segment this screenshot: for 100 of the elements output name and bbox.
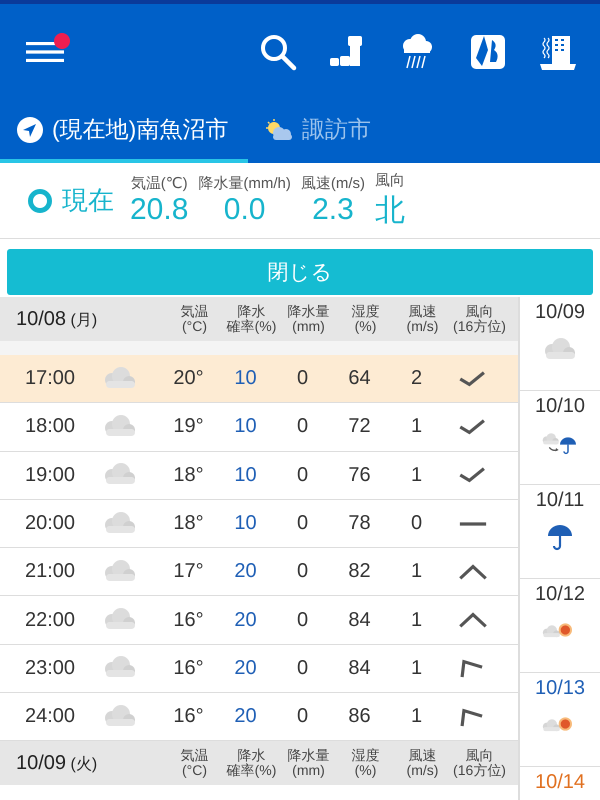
search-icon[interactable] bbox=[258, 32, 298, 72]
day-date: 10/09 (火) bbox=[16, 752, 98, 775]
day-forecast[interactable]: 10/12 bbox=[520, 579, 600, 673]
temperature-cell-text: 18° bbox=[172, 512, 205, 536]
column-unit: (%) bbox=[354, 763, 378, 779]
field-label: 風向 bbox=[375, 170, 406, 190]
precip-probability-cell-text: 20 bbox=[233, 705, 258, 728]
humidity-cell-text: 78 bbox=[347, 512, 372, 536]
column-header: 風向 bbox=[464, 748, 494, 763]
column-unit: (%) bbox=[354, 319, 378, 334]
time-cell-text: 23:00 bbox=[24, 656, 76, 680]
field-value: 20.8 bbox=[130, 193, 188, 227]
temperature-cell-text: 17° bbox=[172, 560, 205, 584]
field-value: 0.0 bbox=[224, 193, 266, 227]
humidity-cell-text: 82 bbox=[347, 560, 372, 584]
column-header: 湿度 bbox=[350, 748, 380, 764]
wind-speed-cell-text: 1 bbox=[410, 464, 424, 487]
humidity-cell-text: 76 bbox=[347, 464, 372, 487]
precip-cell-text: 0 bbox=[296, 608, 310, 632]
humidity-cell-text: 84 bbox=[347, 608, 372, 632]
field-label: 風速(m/s) bbox=[300, 174, 366, 193]
column-unit: (m/s) bbox=[406, 319, 440, 334]
wind-speed-cell-text: 1 bbox=[410, 608, 424, 632]
humidity-cell-text: 86 bbox=[347, 705, 372, 728]
forecast-date: 10/14 bbox=[534, 771, 586, 794]
column-header: 風向 bbox=[464, 304, 494, 319]
temperature-cell-text: 19° bbox=[172, 415, 205, 438]
precip-cell-text: 0 bbox=[296, 367, 310, 390]
field-label: 気温(℃) bbox=[130, 174, 188, 193]
forecast-date: 10/12 bbox=[534, 583, 586, 606]
column-unit: (°C) bbox=[180, 319, 208, 334]
map-icon[interactable] bbox=[468, 32, 508, 72]
humidity-cell-text: 64 bbox=[347, 367, 372, 390]
location-tab[interactable]: 諏訪市 bbox=[248, 100, 387, 163]
column-header: 降水量 bbox=[286, 304, 330, 319]
precip-probability-cell-text: 10 bbox=[233, 512, 258, 536]
precip-probability-cell-text: 10 bbox=[233, 367, 258, 390]
location-tab[interactable]: (現在地)南魚沼市 bbox=[0, 100, 248, 163]
wind-speed-cell-text: 1 bbox=[410, 705, 424, 728]
time-cell-text: 22:00 bbox=[24, 608, 76, 632]
wind-speed-cell-text: 1 bbox=[410, 560, 424, 584]
temperature-cell-text: 18° bbox=[172, 464, 205, 487]
forecast-date: 10/11 bbox=[536, 489, 584, 512]
precip-probability-cell-text: 10 bbox=[233, 464, 258, 487]
column-header: 気温 bbox=[180, 748, 210, 764]
day-forecast[interactable]: 10/09 bbox=[520, 297, 600, 391]
time-cell-text: 17:00 bbox=[24, 367, 76, 390]
temperature-cell-text: 16° bbox=[172, 656, 205, 680]
column-unit: (mm) bbox=[291, 763, 326, 779]
time-cell-text: 21:00 bbox=[24, 560, 76, 584]
precip-cell-text: 0 bbox=[296, 705, 310, 728]
column-header: 風速 bbox=[408, 748, 438, 764]
column-header: 風速 bbox=[408, 304, 438, 319]
forecast-date: 10/10 bbox=[534, 395, 586, 418]
wind-speed-cell-text: 0 bbox=[410, 512, 424, 536]
time-cell-text: 20:00 bbox=[24, 512, 76, 536]
day-forecast[interactable]: 10/14 bbox=[520, 767, 600, 800]
field-label: 降水量(mm/h) bbox=[198, 174, 291, 193]
field-value: 北 bbox=[375, 192, 406, 228]
precip-cell-text: 0 bbox=[296, 512, 310, 536]
humidity-cell-text: 84 bbox=[347, 656, 372, 680]
wind-speed-cell-text: 2 bbox=[410, 367, 424, 390]
column-header: 降水 bbox=[236, 304, 266, 319]
column-unit: 確率(%) bbox=[226, 319, 278, 334]
column-unit: (16方位) bbox=[452, 319, 507, 334]
precip-cell-text: 0 bbox=[296, 415, 310, 438]
precip-probability-cell-text: 20 bbox=[233, 656, 258, 680]
day-forecast[interactable]: 10/13 bbox=[520, 673, 600, 767]
day-date: 10/08 (月) bbox=[16, 308, 98, 330]
wind-speed-cell-text: 1 bbox=[410, 656, 424, 680]
day-forecast[interactable]: 10/11 bbox=[520, 485, 600, 579]
column-unit: 確率(%) bbox=[226, 763, 278, 779]
column-header: 気温 bbox=[180, 304, 210, 319]
wind-speed-cell-text: 1 bbox=[410, 415, 424, 438]
current-marker-icon bbox=[28, 188, 52, 212]
column-unit: (mm) bbox=[291, 319, 326, 334]
precip-cell-text: 0 bbox=[296, 464, 310, 487]
column-header: 降水量 bbox=[286, 748, 330, 764]
humidity-cell-text: 72 bbox=[347, 415, 372, 438]
forecast-date: 10/13 bbox=[534, 677, 586, 700]
column-header: 湿度 bbox=[350, 304, 380, 319]
navigation-icon bbox=[16, 116, 44, 144]
column-unit: (°C) bbox=[180, 763, 208, 779]
column-unit: (m/s) bbox=[406, 763, 440, 779]
temperature-cell-text: 16° bbox=[172, 608, 205, 632]
precip-probability-cell-text: 10 bbox=[233, 415, 258, 438]
time-cell-text: 24:00 bbox=[24, 705, 76, 728]
column-unit: (16方位) bbox=[452, 763, 507, 779]
time-cell-text: 19:00 bbox=[24, 464, 76, 487]
day-forecast[interactable]: 10/10 bbox=[520, 391, 600, 485]
forecast-date: 10/09 bbox=[534, 301, 586, 324]
current-label: 現在 bbox=[62, 184, 114, 217]
precip-cell-text: 0 bbox=[296, 560, 310, 584]
precip-cell-text: 0 bbox=[296, 656, 310, 680]
temperature-cell-text: 16° bbox=[172, 705, 205, 728]
precip-probability-cell-text: 20 bbox=[233, 608, 258, 632]
time-cell-text: 18:00 bbox=[24, 415, 76, 438]
column-header: 降水 bbox=[236, 748, 266, 763]
precip-probability-cell-text: 20 bbox=[233, 560, 258, 584]
temperature-cell-text: 20° bbox=[172, 367, 205, 390]
